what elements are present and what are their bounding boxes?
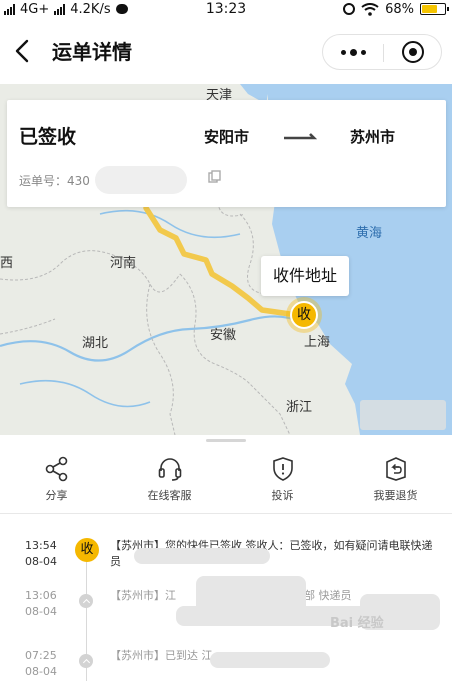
- map-label-yellow-sea: 黄海: [356, 226, 383, 241]
- return-goods-button[interactable]: 我要退货: [339, 450, 452, 512]
- close-miniprogram-button[interactable]: [384, 35, 442, 69]
- return-box-icon: [386, 457, 406, 481]
- collapse-chevron-icon: [79, 654, 93, 668]
- shield-alert-icon: [273, 457, 293, 481]
- route-arrow-icon: [284, 133, 318, 140]
- event-time: 13:06: [25, 589, 57, 602]
- complaint-label: 投诉: [271, 489, 294, 502]
- event-date: 08-04: [25, 555, 57, 568]
- drag-handle[interactable]: [206, 439, 246, 442]
- map-label-henan: 河南: [110, 256, 137, 271]
- recipient-pin[interactable]: 收: [290, 301, 318, 329]
- watermark-logo: Bai 经验: [330, 616, 384, 631]
- status-bar: 4G+ 4.2K/s 13:23 68%: [0, 0, 452, 18]
- complaint-button[interactable]: 投诉: [226, 450, 339, 512]
- map-label-anhui: 安徽: [210, 328, 237, 343]
- map-label-west: 西: [0, 256, 14, 271]
- waybill-number: 运单号：430: [19, 174, 90, 188]
- battery-icon: [420, 3, 449, 15]
- return-goods-label: 我要退货: [373, 489, 418, 502]
- redaction-blur: [210, 652, 330, 668]
- online-service-label: 在线客服: [147, 489, 192, 502]
- wifi-icon: [361, 2, 379, 16]
- target-icon: [402, 41, 424, 63]
- battery-percent: 68%: [385, 1, 414, 17]
- origin-city: 安阳市: [204, 128, 250, 146]
- map-label-zhejiang: 浙江: [286, 400, 313, 415]
- screen: 4G+ 4.2K/s 13:23 68% 运单详情 天津 河南 安徽 湖北 上海…: [0, 0, 452, 681]
- back-arrow-icon[interactable]: [10, 38, 36, 64]
- map-redaction: [360, 400, 446, 430]
- delivery-status: 已签收: [19, 126, 77, 148]
- map-label-hubei: 湖北: [82, 336, 109, 351]
- action-bar: 分享 在线客服 投诉 我要退货: [0, 450, 452, 512]
- miniprogram-capsule: [322, 34, 442, 70]
- redaction-blur: [134, 548, 270, 564]
- share-icon: [45, 456, 68, 482]
- collapse-chevron-icon: [79, 594, 93, 608]
- share-button[interactable]: 分享: [0, 450, 113, 512]
- event-date: 08-04: [25, 605, 57, 618]
- map-label-shanghai: 上海: [304, 335, 331, 350]
- event-date: 08-04: [25, 665, 57, 678]
- route-map[interactable]: 天津 河南 安徽 湖北 上海 浙江 黄海 西 已签收 安阳市 苏州市 运单号：4…: [0, 84, 452, 435]
- online-service-button[interactable]: 在线客服: [113, 450, 226, 512]
- event-time: 07:25: [25, 649, 57, 662]
- recipient-address-bubble[interactable]: 收件地址: [261, 256, 349, 296]
- shipment-summary-card: 已签收 安阳市 苏州市 运单号：430: [7, 100, 446, 207]
- waybill-redaction: [95, 166, 187, 194]
- signed-badge: 收: [75, 538, 99, 562]
- alarm-icon: [343, 3, 356, 15]
- tracking-timeline: 13:54 08-04 收 【苏州市】您的快件已签收 签收人：已签收，如有疑问请…: [0, 514, 452, 681]
- more-options-button[interactable]: [323, 35, 383, 69]
- event-time: 13:54: [25, 539, 57, 552]
- nav-header: 运单详情: [0, 18, 452, 84]
- headset-icon: [158, 458, 182, 481]
- share-label: 分享: [45, 489, 68, 502]
- destination-city: 苏州市: [350, 128, 396, 146]
- copy-icon[interactable]: [208, 170, 222, 184]
- page-title: 运单详情: [52, 40, 132, 64]
